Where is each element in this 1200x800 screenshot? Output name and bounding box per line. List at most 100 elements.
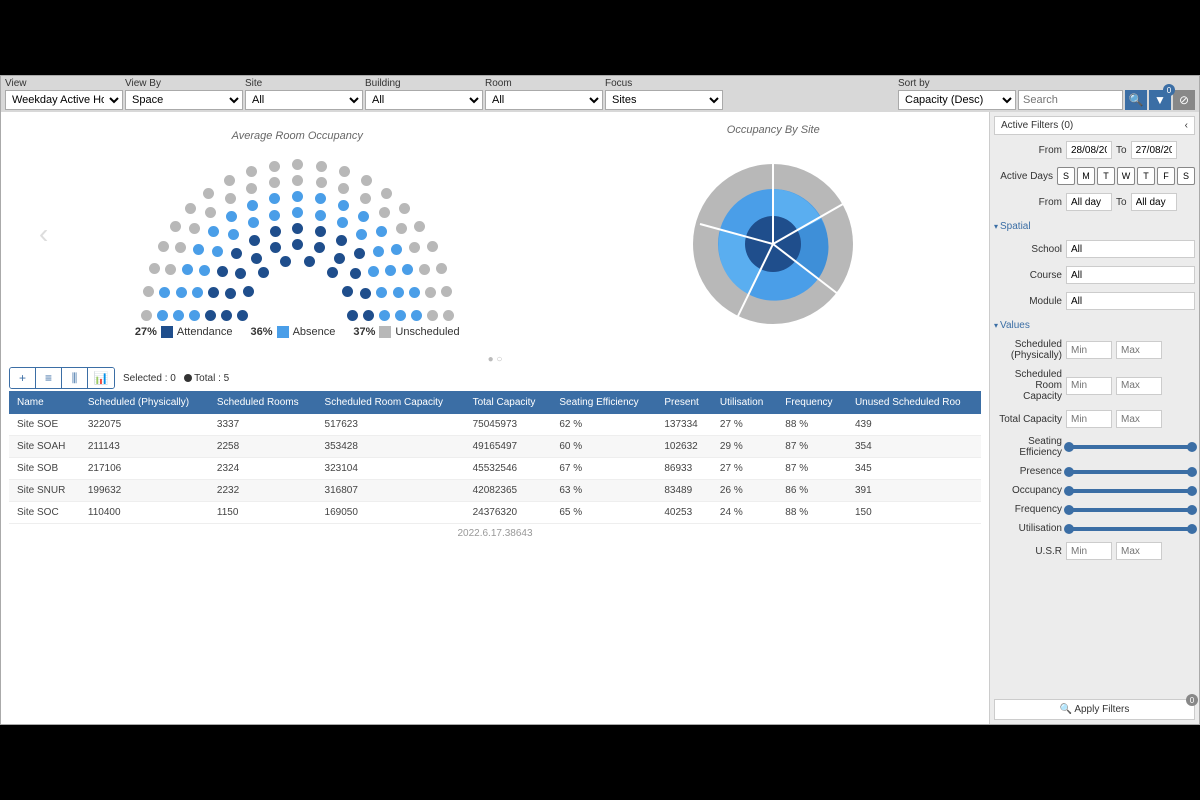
day-toggle[interactable]: T: [1097, 167, 1115, 185]
table-cell: 49165497: [465, 436, 552, 458]
date-from-label: From: [994, 145, 1062, 156]
presence-slider[interactable]: [1066, 470, 1195, 474]
chart-view-button[interactable]: 📊: [88, 368, 114, 388]
sched-cap-label: Scheduled Room Capacity: [994, 369, 1062, 402]
donut-chart: Occupancy By Site: [585, 124, 961, 344]
date-to-input[interactable]: [1131, 141, 1177, 159]
day-toggle[interactable]: M: [1077, 167, 1095, 185]
column-view-button[interactable]: ⫼: [62, 368, 88, 388]
table-cell: 110400: [80, 502, 209, 524]
table-cell: 137334: [656, 414, 712, 436]
funnel-icon: ▼: [1154, 93, 1166, 107]
apply-badge: 0: [1186, 694, 1198, 706]
table-cell: 24376320: [465, 502, 552, 524]
view-select[interactable]: Weekday Active Hours: [5, 90, 123, 110]
occupancy-label: Occupancy: [994, 485, 1062, 496]
day-toggle[interactable]: F: [1157, 167, 1175, 185]
prev-chevron-icon[interactable]: ‹: [39, 218, 48, 250]
presence-label: Presence: [994, 466, 1062, 477]
sched-phys-max[interactable]: [1116, 341, 1162, 359]
table-row[interactable]: Site SOB21710623243231044553254667 %8693…: [9, 458, 981, 480]
building-select[interactable]: All: [365, 90, 483, 110]
time-to-input[interactable]: [1131, 193, 1177, 211]
site-label: Site: [245, 78, 363, 89]
values-section-header[interactable]: Values: [994, 320, 1195, 331]
table-cell: 87 %: [777, 436, 847, 458]
day-toggle[interactable]: S: [1177, 167, 1195, 185]
legend-unscheduled-swatch: [379, 326, 391, 338]
module-input[interactable]: [1066, 292, 1195, 310]
search-button[interactable]: 🔍: [1125, 90, 1147, 110]
table-cell: 40253: [656, 502, 712, 524]
legend-absence-pct: 36%: [251, 326, 273, 338]
filter-sidebar: Active Filters (0) ‹ From To Active Days…: [989, 112, 1199, 724]
date-from-input[interactable]: [1066, 141, 1112, 159]
apply-filters-button[interactable]: 🔍 Apply Filters 0: [994, 699, 1195, 720]
table-header[interactable]: Total Capacity: [465, 391, 552, 414]
active-filters-header[interactable]: Active Filters (0) ‹: [994, 116, 1195, 135]
focus-select[interactable]: Sites: [605, 90, 723, 110]
viewby-select[interactable]: Space: [125, 90, 243, 110]
table-cell: Site SNUR: [9, 480, 80, 502]
total-cap-min[interactable]: [1066, 410, 1112, 428]
table-cell: 29 %: [712, 436, 777, 458]
table-cell: 88 %: [777, 502, 847, 524]
table-header[interactable]: Scheduled Rooms: [209, 391, 317, 414]
course-input[interactable]: [1066, 266, 1195, 284]
legend-attendance-swatch: [161, 326, 173, 338]
day-toggle[interactable]: W: [1117, 167, 1135, 185]
legend-attendance-label: Attendance: [177, 326, 233, 338]
spatial-section-header[interactable]: Spatial: [994, 221, 1195, 232]
search-input[interactable]: [1018, 90, 1123, 110]
day-toggle[interactable]: S: [1057, 167, 1075, 185]
carousel-dots[interactable]: ● ○: [9, 354, 981, 365]
table-cell: 42082365: [465, 480, 552, 502]
table-header[interactable]: Present: [656, 391, 712, 414]
table-cell: 24 %: [712, 502, 777, 524]
sched-phys-min[interactable]: [1066, 341, 1112, 359]
table-header[interactable]: Utilisation: [712, 391, 777, 414]
legend-absence-label: Absence: [293, 326, 336, 338]
frequency-slider[interactable]: [1066, 508, 1195, 512]
sortby-select[interactable]: Capacity (Desc): [898, 90, 1016, 110]
utilisation-label: Utilisation: [994, 523, 1062, 534]
table-cell: 63 %: [551, 480, 656, 502]
table-cell: 391: [847, 480, 981, 502]
usr-min[interactable]: [1066, 542, 1112, 560]
occupancy-slider[interactable]: [1066, 489, 1195, 493]
table-header[interactable]: Frequency: [777, 391, 847, 414]
search-icon: 🔍: [1129, 93, 1144, 107]
usr-max[interactable]: [1116, 542, 1162, 560]
room-select[interactable]: All: [485, 90, 603, 110]
table-header[interactable]: Unused Scheduled Roo: [847, 391, 981, 414]
list-view-button[interactable]: ≡: [36, 368, 62, 388]
table-header[interactable]: Seating Efficiency: [551, 391, 656, 414]
module-label: Module: [994, 296, 1062, 307]
focus-label: Focus: [605, 78, 723, 89]
table-header[interactable]: Scheduled Room Capacity: [317, 391, 465, 414]
seating-slider[interactable]: [1066, 445, 1195, 449]
table-row[interactable]: Site SNUR19963222323168074208236563 %834…: [9, 480, 981, 502]
utilisation-slider[interactable]: [1066, 527, 1195, 531]
table-row[interactable]: Site SOE32207533375176237504597362 %1373…: [9, 414, 981, 436]
sched-cap-min[interactable]: [1066, 377, 1112, 395]
table-cell: 26 %: [712, 480, 777, 502]
table-header[interactable]: Scheduled (Physically): [80, 391, 209, 414]
add-button[interactable]: +: [10, 368, 36, 388]
time-from-input[interactable]: [1066, 193, 1112, 211]
data-table: NameScheduled (Physically)Scheduled Room…: [9, 391, 981, 524]
day-toggle[interactable]: T: [1137, 167, 1155, 185]
table-cell: 217106: [80, 458, 209, 480]
total-cap-max[interactable]: [1116, 410, 1162, 428]
charts-row: ‹ Average Room Occupancy 27%Attendance 3…: [9, 116, 981, 352]
table-row[interactable]: Site SOC11040011501690502437632065 %4025…: [9, 502, 981, 524]
sched-cap-max[interactable]: [1116, 377, 1162, 395]
barchart-icon: 📊: [94, 371, 109, 385]
site-select[interactable]: All: [245, 90, 363, 110]
school-input[interactable]: [1066, 240, 1195, 258]
table-row[interactable]: Site SOAH21114322583534284916549760 %102…: [9, 436, 981, 458]
table-header[interactable]: Name: [9, 391, 80, 414]
seating-label: Seating Efficiency: [994, 436, 1062, 458]
reset-button[interactable]: ⊘: [1173, 90, 1195, 110]
table-cell: 353428: [317, 436, 465, 458]
